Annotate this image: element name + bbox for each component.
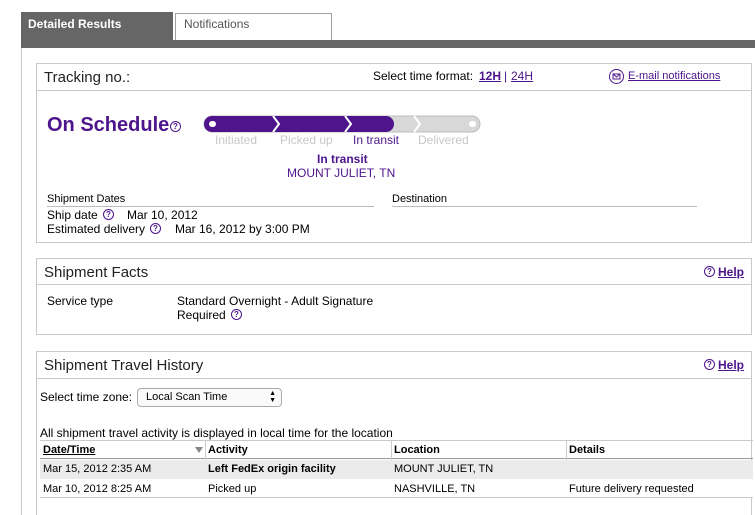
time-format-label: Select time format: <box>373 69 474 83</box>
select-arrows-icon: ▲ ▼ <box>269 390 276 404</box>
time-zone-value: Local Scan Time <box>146 391 228 403</box>
table-row: Mar 10, 2012 8:25 AM Picked up NASHVILLE… <box>40 479 753 498</box>
shipment-dates-divider <box>47 206 374 207</box>
est-delivery-value: Mar 16, 2012 by 3:00 PM <box>175 222 310 236</box>
facts-help-link[interactable]: Help <box>718 265 744 279</box>
step-picked-up: Picked up <box>280 133 333 147</box>
shipment-facts-title: Shipment Facts <box>44 264 149 281</box>
row-activity: Picked up <box>208 483 257 495</box>
tracking-header: Tracking no.: Select time format: 12H | … <box>37 64 751 91</box>
est-delivery-label: Estimated delivery <box>47 222 146 236</box>
service-type-value-cont: Required <box>177 308 226 322</box>
table-header-row: Date/Time Activity Location Details <box>40 440 753 498</box>
tab-bar <box>21 40 755 48</box>
shipment-facts-section: Shipment Facts ? Help Service type Stand… <box>36 258 752 335</box>
ship-date-value: Mar 10, 2012 <box>127 208 198 222</box>
col-header-location: Location <box>394 444 440 456</box>
table-row: Mar 15, 2012 2:35 AM Left FedEx origin f… <box>40 460 753 479</box>
travel-history-header: Shipment Travel History ? Help <box>37 352 751 379</box>
history-help-icon[interactable]: ? <box>704 359 715 370</box>
service-help-icon[interactable]: ? <box>231 309 242 320</box>
content-border <box>21 48 22 515</box>
time-format-24h-link[interactable]: 24H <box>511 69 533 83</box>
col-header-details: Details <box>569 444 606 456</box>
current-status: In transit <box>317 152 368 166</box>
status-text: On Schedule <box>47 114 170 136</box>
status-help-icon[interactable]: ? <box>170 121 181 132</box>
tracking-section: Tracking no.: Select time format: 12H | … <box>36 63 752 243</box>
est-delivery-help-icon[interactable]: ? <box>150 223 161 234</box>
current-location: MOUNT JULIET, TN <box>287 166 396 180</box>
history-table: Date/Time Activity Location Details Mar … <box>40 440 753 515</box>
sort-arrow-icon[interactable] <box>195 447 203 453</box>
row-details: Future delivery requested <box>569 483 694 495</box>
facts-help-icon[interactable]: ? <box>704 266 715 277</box>
travel-history-section: Shipment Travel History ? Help Select ti… <box>36 351 753 515</box>
row-location: NASHVILLE, TN <box>394 483 476 495</box>
email-notifications-link[interactable]: E-mail notifications <box>628 70 720 82</box>
travel-history-title: Shipment Travel History <box>44 357 204 374</box>
history-help-link[interactable]: Help <box>718 358 744 372</box>
progress-bar <box>203 115 481 133</box>
tab-detailed-results[interactable]: Detailed Results <box>21 12 173 41</box>
shipment-dates-label: Shipment Dates <box>47 193 126 205</box>
shipment-facts-header: Shipment Facts ? Help <box>37 259 751 285</box>
tracking-label: Tracking no.: <box>44 69 131 86</box>
destination-label: Destination <box>392 193 448 205</box>
ship-date-label: Ship date <box>47 208 98 222</box>
destination-divider <box>392 206 697 207</box>
time-zone-label: Select time zone: <box>40 390 133 404</box>
row-activity: Left FedEx origin facility <box>208 463 336 475</box>
service-type-value: Standard Overnight - Adult Signature <box>177 294 374 308</box>
step-initiated: Initiated <box>215 133 258 147</box>
col-header-activity: Activity <box>208 444 248 456</box>
row-location: MOUNT JULIET, TN <box>394 463 494 475</box>
time-zone-select[interactable]: Local Scan Time ▲ ▼ <box>137 388 282 407</box>
row-datetime: Mar 15, 2012 2:35 AM <box>43 463 152 475</box>
time-format-separator: | <box>504 69 508 83</box>
row-datetime: Mar 10, 2012 8:25 AM <box>43 483 152 495</box>
local-time-note: All shipment travel activity is displaye… <box>40 426 393 440</box>
tab-notifications[interactable]: Notifications <box>175 13 332 41</box>
step-delivered: Delivered <box>418 133 469 147</box>
ship-date-help-icon[interactable]: ? <box>103 209 114 220</box>
col-header-datetime[interactable]: Date/Time <box>43 444 95 456</box>
service-type-label: Service type <box>47 294 114 308</box>
email-icon[interactable] <box>609 69 624 84</box>
time-format-12h-link[interactable]: 12H <box>479 69 501 83</box>
step-in-transit: In transit <box>353 133 400 147</box>
